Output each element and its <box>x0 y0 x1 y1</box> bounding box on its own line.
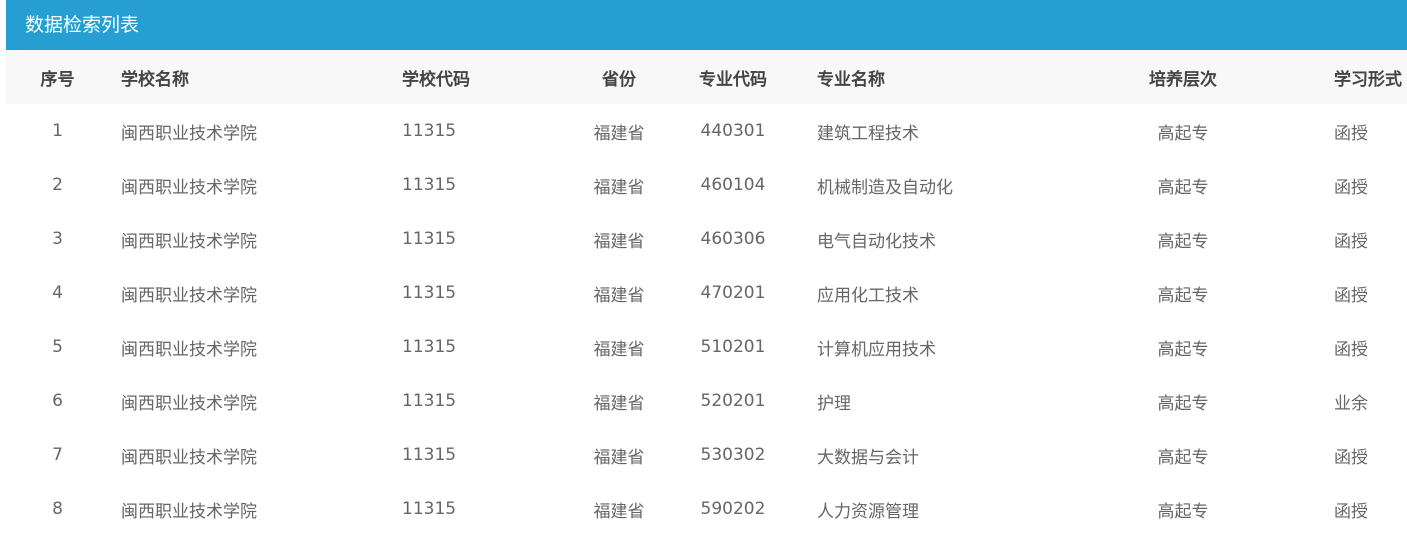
table-row: 8 闽西职业技术学院 11315 福建省 590202 人力资源管理 高起专 函授 <box>6 482 1407 536</box>
cell-school-code: 11315 <box>402 445 457 465</box>
cell-level: 高起专 <box>1157 393 1209 414</box>
table-row: 7 闽西职业技术学院 11315 福建省 530302 大数据与会计 高起专 函授 <box>6 428 1407 482</box>
header-major-name: 专业名称 <box>817 69 885 90</box>
cell-province: 福建省 <box>593 339 645 360</box>
cell-major-code: 520201 <box>700 391 766 411</box>
cell-study-mode: 函授 <box>1334 231 1368 252</box>
cell-school-name: 闽西职业技术学院 <box>121 123 257 144</box>
table-row: 1 闽西职业技术学院 11315 福建省 440301 建筑工程技术 高起专 函授 <box>6 104 1407 158</box>
header-study-mode: 学习形式 <box>1334 69 1402 90</box>
cell-level: 高起专 <box>1157 501 1209 522</box>
cell-province: 福建省 <box>593 177 645 198</box>
cell-level: 高起专 <box>1157 123 1209 144</box>
cell-study-mode: 函授 <box>1334 339 1368 360</box>
cell-major-name: 人力资源管理 <box>817 501 919 522</box>
cell-level: 高起专 <box>1157 231 1209 252</box>
cell-province: 福建省 <box>593 285 645 306</box>
cell-study-mode: 函授 <box>1334 501 1368 522</box>
cell-school-code: 11315 <box>402 391 457 411</box>
cell-index: 2 <box>52 175 63 195</box>
cell-school-name: 闽西职业技术学院 <box>121 447 257 468</box>
cell-major-name: 电气自动化技术 <box>817 231 936 252</box>
cell-major-name: 计算机应用技术 <box>817 339 936 360</box>
cell-school-code: 11315 <box>402 499 457 519</box>
cell-index: 1 <box>52 121 63 141</box>
cell-index: 5 <box>52 337 63 357</box>
cell-level: 高起专 <box>1157 339 1209 360</box>
cell-major-code: 460104 <box>700 175 766 195</box>
header-school-code: 学校代码 <box>402 69 470 90</box>
cell-index: 7 <box>52 445 63 465</box>
header-province: 省份 <box>602 69 636 90</box>
cell-major-code: 590202 <box>700 499 766 519</box>
cell-major-code: 530302 <box>700 445 766 465</box>
cell-school-name: 闽西职业技术学院 <box>121 231 257 252</box>
cell-major-code: 440301 <box>700 121 766 141</box>
header-school-name: 学校名称 <box>121 69 189 90</box>
cell-province: 福建省 <box>593 231 645 252</box>
header-major-code: 专业代码 <box>699 69 767 90</box>
cell-index: 4 <box>52 283 63 303</box>
cell-index: 6 <box>52 391 63 411</box>
cell-level: 高起专 <box>1157 447 1209 468</box>
cell-major-code: 470201 <box>700 283 766 303</box>
cell-index: 8 <box>52 499 63 519</box>
cell-school-code: 11315 <box>402 121 457 141</box>
cell-province: 福建省 <box>593 393 645 414</box>
header-level: 培养层次 <box>1149 69 1217 90</box>
cell-province: 福建省 <box>593 501 645 522</box>
table-row: 4 闽西职业技术学院 11315 福建省 470201 应用化工技术 高起专 函授 <box>6 266 1407 320</box>
cell-major-name: 护理 <box>817 393 851 414</box>
data-list-panel: 数据检索列表 序号 学校名称 学校代码 省份 专业代码 专业名称 培养层次 学习… <box>6 0 1407 536</box>
cell-major-code: 460306 <box>700 229 766 249</box>
cell-study-mode: 业余 <box>1334 393 1368 414</box>
cell-school-code: 11315 <box>402 175 457 195</box>
cell-major-name: 建筑工程技术 <box>817 123 919 144</box>
cell-school-name: 闽西职业技术学院 <box>121 501 257 522</box>
cell-index: 3 <box>52 229 63 249</box>
cell-study-mode: 函授 <box>1334 177 1368 198</box>
table-header-row: 序号 学校名称 学校代码 省份 专业代码 专业名称 培养层次 学习形式 <box>6 50 1407 104</box>
cell-school-name: 闽西职业技术学院 <box>121 339 257 360</box>
table-row: 3 闽西职业技术学院 11315 福建省 460306 电气自动化技术 高起专 函授 <box>6 212 1407 266</box>
table-row: 5 闽西职业技术学院 11315 福建省 510201 计算机应用技术 高起专 函授 <box>6 320 1407 374</box>
cell-school-name: 闽西职业技术学院 <box>121 285 257 306</box>
cell-school-code: 11315 <box>402 337 457 357</box>
cell-school-name: 闽西职业技术学院 <box>121 177 257 198</box>
cell-province: 福建省 <box>593 123 645 144</box>
cell-level: 高起专 <box>1157 177 1209 198</box>
header-index: 序号 <box>40 69 75 90</box>
cell-school-code: 11315 <box>402 229 457 249</box>
cell-major-name: 机械制造及自动化 <box>817 177 953 198</box>
cell-major-name: 大数据与会计 <box>817 447 919 468</box>
cell-province: 福建省 <box>593 447 645 468</box>
cell-study-mode: 函授 <box>1334 447 1368 468</box>
table-row: 6 闽西职业技术学院 11315 福建省 520201 护理 高起专 业余 <box>6 374 1407 428</box>
table-row: 2 闽西职业技术学院 11315 福建省 460104 机械制造及自动化 高起专 函授 <box>6 158 1407 212</box>
cell-school-name: 闽西职业技术学院 <box>121 393 257 414</box>
cell-major-name: 应用化工技术 <box>817 285 919 306</box>
panel-title: 数据检索列表 <box>6 0 1407 50</box>
cell-study-mode: 函授 <box>1334 123 1368 144</box>
data-table: 序号 学校名称 学校代码 省份 专业代码 专业名称 培养层次 学习形式 1 闽西职… <box>6 50 1407 536</box>
cell-level: 高起专 <box>1157 285 1209 306</box>
cell-school-code: 11315 <box>402 283 457 303</box>
cell-study-mode: 函授 <box>1334 285 1368 306</box>
cell-major-code: 510201 <box>700 337 766 357</box>
